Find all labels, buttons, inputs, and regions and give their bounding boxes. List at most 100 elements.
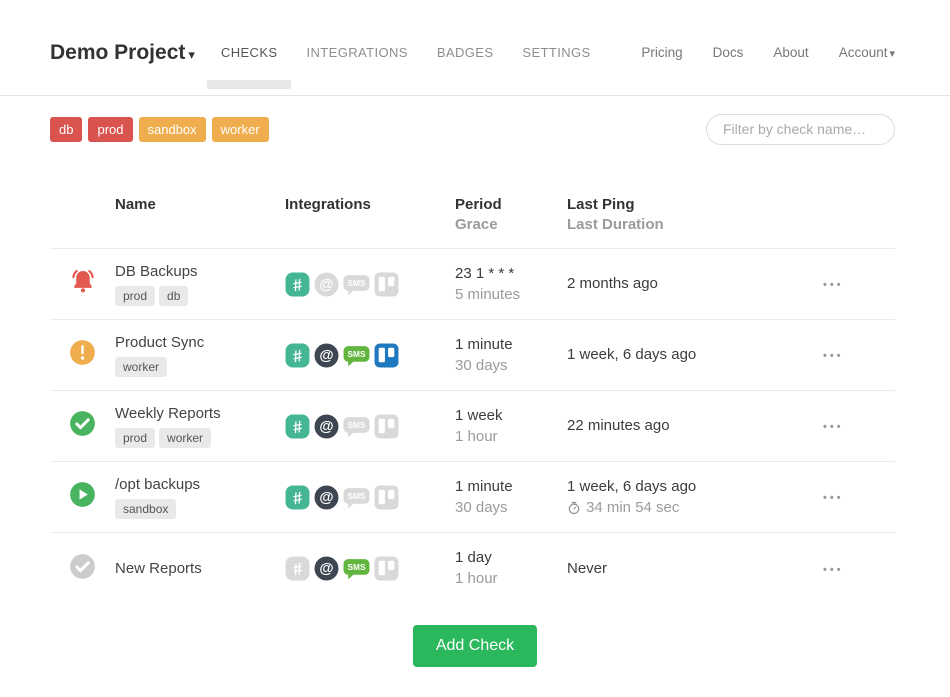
grace-value: 1 hour — [455, 427, 567, 447]
check-tag: prod — [115, 286, 155, 306]
stopwatch-icon — [567, 501, 581, 515]
check-tags: sandbox — [115, 499, 285, 519]
tab-badges[interactable]: BADGES — [437, 27, 494, 78]
row-menu-button[interactable]: ••• — [823, 492, 844, 504]
svg-text:@: @ — [319, 561, 333, 577]
check-name-filter-input[interactable] — [706, 114, 895, 145]
chevron-down-icon: ▾ — [889, 48, 895, 60]
table-row[interactable]: /opt backups sandbox # @ SMS 1 minute30 d… — [50, 462, 895, 533]
checks-table-body: DB Backups proddb # @ SMS 23 1 * * *5 min… — [50, 249, 895, 604]
column-header-last-ping: Last Ping — [567, 195, 823, 215]
row-menu-cell: ••• — [823, 417, 895, 435]
column-header-period: Period — [455, 195, 567, 215]
last-ping-cell: 2 months ago — [567, 274, 823, 294]
period-value: 23 1 * * * — [455, 264, 567, 284]
row-menu-button[interactable]: ••• — [823, 421, 844, 433]
sms-icon: SMS — [343, 272, 370, 297]
period-value: 1 week — [455, 406, 567, 426]
filter-tag-db[interactable]: db — [50, 117, 82, 142]
grace-value: 1 hour — [455, 569, 567, 589]
add-check-button[interactable]: Add Check — [413, 625, 537, 667]
email-icon: @ — [314, 414, 339, 439]
svg-text:@: @ — [319, 276, 333, 292]
check-tags: proddb — [115, 286, 285, 306]
table-row[interactable]: New Reports # @ SMS 1 day1 hourNever••• — [50, 533, 895, 604]
last-ping-value: 1 week, 6 days ago — [567, 477, 823, 497]
period-cell: 1 minute30 days — [455, 335, 567, 376]
check-tags: worker — [115, 357, 285, 377]
period-value: 1 day — [455, 548, 567, 568]
svg-text:SMS: SMS — [348, 420, 366, 430]
period-value: 1 minute — [455, 477, 567, 497]
link-about[interactable]: About — [773, 45, 808, 60]
filter-tag-prod[interactable]: prod — [88, 117, 132, 142]
last-ping-cell: 1 week, 6 days ago 34 min 54 sec — [567, 477, 823, 518]
tab-checks[interactable]: CHECKS — [221, 27, 278, 78]
period-cell: 1 minute30 days — [455, 477, 567, 518]
check-name[interactable]: DB Backups — [115, 263, 285, 280]
filter-tag-worker[interactable]: worker — [212, 117, 269, 142]
slack-icon: # — [285, 272, 310, 297]
row-menu-button[interactable]: ••• — [823, 564, 844, 576]
app-header: Demo Project▾ CHECKS INTEGRATIONS BADGES SE… — [0, 0, 950, 96]
account-menu[interactable]: Account▾ — [839, 45, 895, 60]
check-tags: prodworker — [115, 428, 285, 448]
column-header-last-duration: Last Duration — [567, 215, 823, 235]
link-pricing[interactable]: Pricing — [641, 45, 682, 60]
column-header-grace: Grace — [455, 215, 567, 235]
row-menu-button[interactable]: ••• — [823, 350, 844, 362]
status-cell — [50, 267, 115, 302]
check-name[interactable]: Weekly Reports — [115, 405, 285, 422]
slack-icon: # — [285, 485, 310, 510]
primary-nav: CHECKS INTEGRATIONS BADGES SETTINGS — [221, 27, 591, 78]
check-tag: sandbox — [115, 499, 176, 519]
last-ping-cell: Never — [567, 559, 823, 579]
svg-text:SMS: SMS — [348, 562, 366, 572]
email-icon: @ — [314, 556, 339, 581]
trello-icon — [374, 485, 399, 510]
last-ping-value: Never — [567, 559, 823, 579]
column-header-name: Name — [115, 195, 285, 215]
last-ping-cell: 1 week, 6 days ago — [567, 345, 823, 365]
trello-icon — [374, 272, 399, 297]
check-tag: db — [159, 286, 188, 306]
integrations-cell: # @ SMS — [285, 414, 455, 439]
tab-integrations[interactable]: INTEGRATIONS — [306, 27, 407, 78]
svg-text:SMS: SMS — [348, 491, 366, 501]
period-value: 1 minute — [455, 335, 567, 355]
check-name[interactable]: New Reports — [115, 560, 285, 577]
svg-text:@: @ — [319, 418, 333, 434]
name-cell: Weekly Reports prodworker — [115, 405, 285, 448]
last-duration-text: 34 min 54 sec — [586, 498, 679, 518]
name-cell: New Reports — [115, 560, 285, 577]
table-row[interactable]: DB Backups proddb # @ SMS 23 1 * * *5 min… — [50, 249, 895, 320]
status-down-icon — [68, 267, 98, 302]
row-menu-cell: ••• — [823, 275, 895, 293]
grace-value: 5 minutes — [455, 285, 567, 305]
status-cell — [50, 481, 115, 513]
table-header-row: Name Integrations Period Grace Last Ping… — [50, 181, 895, 249]
last-duration-value: 34 min 54 sec — [567, 498, 823, 518]
project-switcher[interactable]: Demo Project▾ — [50, 41, 195, 65]
status-cell — [50, 553, 115, 585]
chevron-down-icon: ▾ — [188, 47, 195, 62]
slack-icon: # — [285, 343, 310, 368]
table-row[interactable]: Product Syncworker # @ SMS 1 minute30 da… — [50, 320, 895, 391]
secondary-nav: Pricing Docs About Account▾ — [641, 45, 895, 60]
link-docs[interactable]: Docs — [713, 45, 744, 60]
check-name[interactable]: /opt backups — [115, 476, 285, 493]
filter-tag-sandbox[interactable]: sandbox — [139, 117, 206, 142]
check-name[interactable]: Product Sync — [115, 334, 285, 351]
trello-icon — [374, 414, 399, 439]
row-menu-button[interactable]: ••• — [823, 279, 844, 291]
row-menu-cell: ••• — [823, 560, 895, 578]
period-cell: 1 day1 hour — [455, 548, 567, 589]
table-row[interactable]: Weekly Reports prodworker # @ SMS 1 week1… — [50, 391, 895, 462]
svg-text:@: @ — [319, 489, 333, 505]
status-cell — [50, 410, 115, 442]
grace-value: 30 days — [455, 498, 567, 518]
tab-settings[interactable]: SETTINGS — [522, 27, 590, 78]
period-cell: 23 1 * * *5 minutes — [455, 264, 567, 305]
svg-text:SMS: SMS — [348, 278, 366, 288]
slack-icon: # — [285, 556, 310, 581]
